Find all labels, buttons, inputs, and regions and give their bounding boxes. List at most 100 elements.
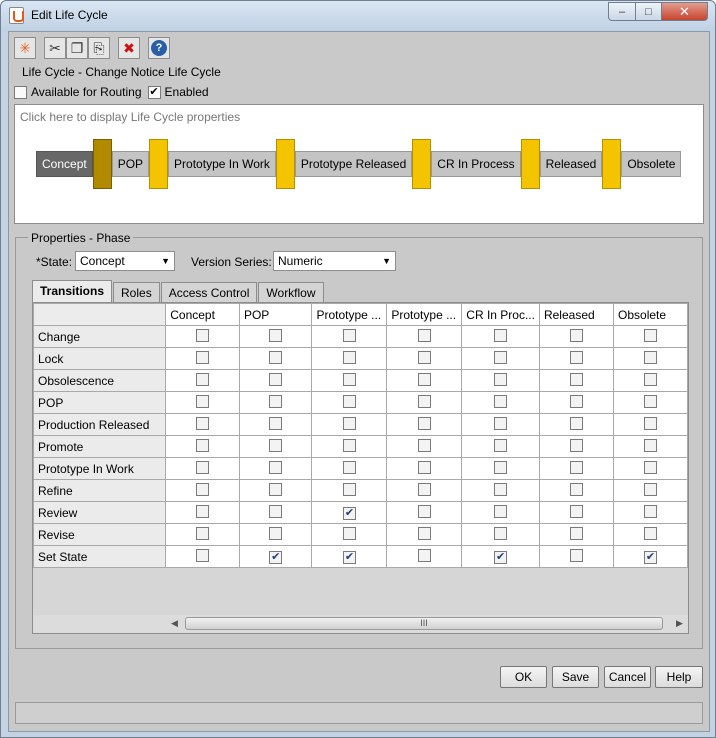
transition-checkbox[interactable] [494,394,508,408]
transition-checkbox[interactable]: ✔ [494,551,508,564]
transition-checkbox[interactable] [196,438,210,452]
transition-checkbox[interactable] [494,350,508,364]
column-header[interactable]: Obsolete [613,303,688,326]
transition-checkbox[interactable] [644,328,658,342]
transition-checkbox[interactable] [196,504,210,518]
transition-checkbox[interactable] [417,526,431,540]
phase-prototype-in-work[interactable]: Prototype In Work [168,151,276,177]
transition-checkbox[interactable] [417,482,431,496]
scroll-thumb[interactable]: III [185,617,663,630]
transition-checkbox[interactable] [269,372,283,386]
delete-button[interactable]: ✖ [118,37,140,59]
close-button[interactable]: ✕ [661,2,708,21]
transition-checkbox[interactable] [570,328,583,342]
transition-checkbox[interactable] [494,372,508,386]
copy-button[interactable]: ❐ [66,37,88,59]
transition-checkbox[interactable] [417,504,431,518]
scroll-right-icon[interactable]: ▶ [676,618,683,629]
lifecycle-properties-hint[interactable]: Click here to display Life Cycle propert… [20,110,240,124]
state-select[interactable]: Concept ▼ [75,251,175,271]
paste-button[interactable]: ⎘ [88,37,110,59]
phase-cr-in-process[interactable]: CR In Process [431,151,521,177]
transition-checkbox[interactable] [417,548,431,562]
column-header[interactable]: Released [538,303,615,326]
transition-checkbox[interactable] [570,394,583,408]
transition-checkbox[interactable] [644,372,658,386]
tab-roles[interactable]: Roles [113,282,160,303]
cut-button[interactable]: ✂ [44,37,66,59]
transition-checkbox[interactable] [644,350,658,364]
transition-checkbox[interactable] [570,350,583,364]
transition-checkbox[interactable] [342,350,356,364]
save-button[interactable]: Save [552,666,599,688]
transition-checkbox[interactable] [417,460,431,474]
transition-checkbox[interactable] [494,526,508,540]
title-bar[interactable]: Edit Life Cycle – □ ✕ [1,1,715,31]
transition-checkbox[interactable] [269,460,283,474]
lifecycle-diagram-panel[interactable]: Click here to display Life Cycle propert… [14,104,704,224]
transition-checkbox[interactable] [644,394,658,408]
transition-checkbox[interactable] [417,328,431,342]
transition-checkbox[interactable] [417,372,431,386]
column-header[interactable]: CR In Proc... [461,303,540,326]
transition-checkbox[interactable] [644,504,658,518]
transition-checkbox[interactable] [269,526,283,540]
transition-checkbox[interactable] [570,526,583,540]
transition-checkbox[interactable] [196,350,210,364]
transition-checkbox[interactable] [494,328,508,342]
transition-checkbox[interactable] [269,438,283,452]
transition-checkbox[interactable] [342,526,356,540]
transition-checkbox[interactable]: ✔ [644,551,658,564]
transition-checkbox[interactable] [494,460,508,474]
phase-connector[interactable] [520,139,540,189]
horizontal-scrollbar[interactable]: ◀ III ▶ [33,615,688,633]
phase-obsolete[interactable]: Obsolete [621,151,682,177]
transition-checkbox[interactable] [196,328,210,342]
column-header[interactable]: Prototype ... [311,303,388,326]
transition-checkbox[interactable] [644,460,658,474]
maximize-button[interactable]: □ [635,2,662,21]
transition-checkbox[interactable]: ✔ [342,551,356,564]
transition-checkbox[interactable] [494,416,508,430]
available-for-routing-checkbox[interactable] [14,85,27,99]
phase-connector[interactable] [92,139,112,189]
phase-released[interactable]: Released [539,151,603,177]
transition-checkbox[interactable] [269,328,283,342]
phase-connector[interactable] [149,139,169,189]
transition-checkbox[interactable] [644,438,658,452]
transition-checkbox[interactable] [644,482,658,496]
transition-checkbox[interactable] [644,526,658,540]
transition-checkbox[interactable] [269,350,283,364]
transition-checkbox[interactable] [417,350,431,364]
transition-checkbox[interactable] [342,416,356,430]
scroll-left-icon[interactable]: ◀ [171,618,178,629]
transition-checkbox[interactable] [269,394,283,408]
ok-button[interactable]: OK [500,666,547,688]
transition-checkbox[interactable] [342,394,356,408]
phase-concept[interactable]: Concept [36,151,93,177]
transition-checkbox[interactable] [494,438,508,452]
transition-checkbox[interactable] [269,416,283,430]
phase-connector[interactable] [412,139,432,189]
transition-checkbox[interactable] [196,526,210,540]
transition-checkbox[interactable] [570,482,583,496]
transition-checkbox[interactable] [417,438,431,452]
help-button[interactable]: Help [655,666,703,688]
transition-checkbox[interactable] [570,460,583,474]
tab-access-control[interactable]: Access Control [160,282,258,303]
transition-checkbox[interactable] [570,438,583,452]
version-series-select[interactable]: Numeric ▼ [273,251,396,271]
minimize-button[interactable]: – [608,2,636,21]
transition-checkbox[interactable] [570,416,583,430]
transition-checkbox[interactable] [494,482,508,496]
transition-checkbox[interactable] [644,416,658,430]
phase-connector[interactable] [275,139,295,189]
transition-checkbox[interactable]: ✔ [269,551,283,564]
transition-checkbox[interactable] [570,548,583,562]
transition-checkbox[interactable] [342,438,356,452]
transition-checkbox[interactable] [269,482,283,496]
transition-checkbox[interactable] [342,328,356,342]
transition-checkbox[interactable] [196,394,210,408]
enabled-checkbox[interactable]: ✔ [147,85,161,99]
transition-checkbox[interactable] [494,504,508,518]
